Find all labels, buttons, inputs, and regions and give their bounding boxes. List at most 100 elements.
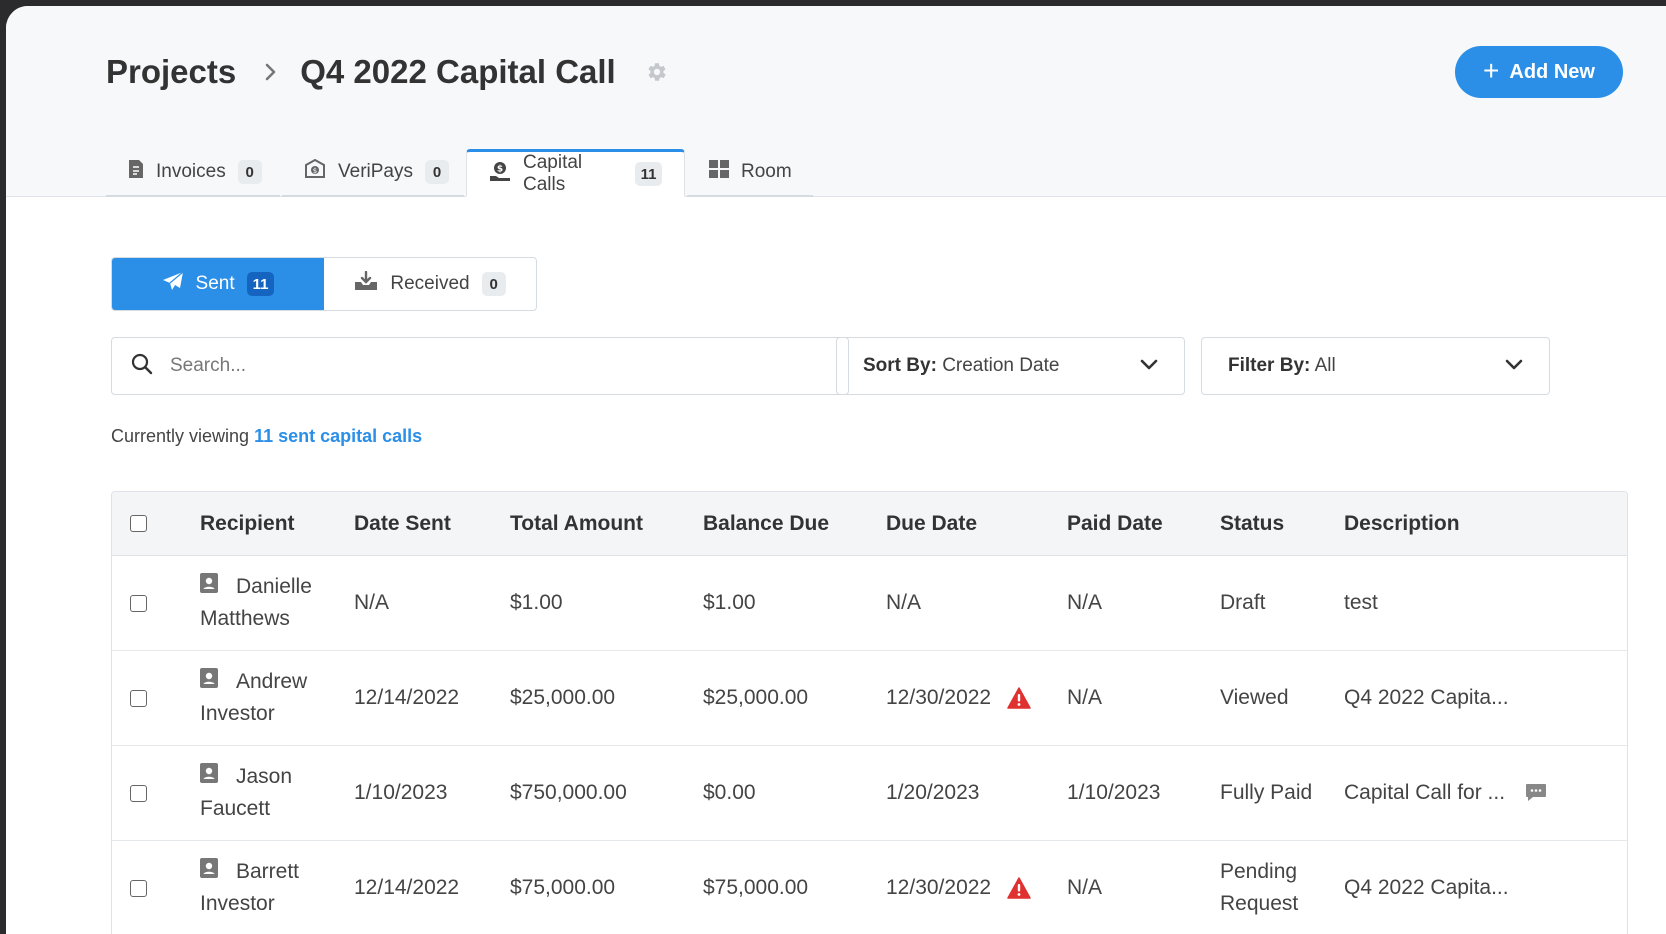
tab-bar: Invoices 0 $ VeriPays 0 $ Capital Calls … [106, 149, 815, 197]
count-badge: 0 [481, 272, 506, 296]
column-header-total-amount[interactable]: Total Amount [510, 512, 703, 536]
table-row[interactable]: Barrett Investor 12/14/2022 $75,000.00 $… [112, 841, 1627, 934]
invoice-icon [128, 159, 144, 185]
column-header-description[interactable]: Description [1344, 512, 1624, 536]
recipient-cell: Andrew Investor [200, 666, 354, 730]
received-label: Received [390, 273, 470, 294]
tab-room[interactable]: Room [687, 149, 813, 197]
status-cell: Fully Paid [1220, 777, 1344, 809]
filter-text: Filter By: All [1228, 355, 1336, 376]
due-date-value: 1/20/2023 [886, 781, 980, 804]
sent-filter-button[interactable]: Sent 11 [112, 258, 324, 310]
paid-date-cell: N/A [1067, 591, 1103, 614]
breadcrumb: Projects Q4 2022 Capital Call [106, 50, 668, 94]
add-new-button[interactable]: + Add New [1455, 46, 1623, 98]
row-checkbox[interactable] [130, 689, 147, 707]
count-badge: 0 [424, 160, 449, 184]
row-checkbox[interactable] [130, 879, 147, 897]
row-checkbox[interactable] [130, 594, 147, 612]
date-sent-cell: N/A [354, 591, 390, 614]
recipient-first-name: Jason [236, 765, 293, 788]
received-filter-button[interactable]: Received 0 [324, 258, 536, 310]
recipient-first-name: Barrett [236, 860, 300, 883]
envelope-money-icon: $ [304, 158, 326, 185]
search-box [111, 337, 849, 395]
warning-icon[interactable] [1007, 877, 1031, 899]
due-date-cell: 1/20/2023 [886, 781, 1067, 805]
total-amount-cell: $1.00 [510, 591, 563, 614]
search-input[interactable] [170, 355, 810, 377]
description-text: Q4 2022 Capita... [1344, 876, 1509, 899]
sort-text: Sort By: Creation Date [863, 355, 1060, 376]
column-header-balance-due[interactable]: Balance Due [703, 512, 886, 536]
tab-label: VeriPays [338, 161, 413, 182]
recipient-last-name: Matthews [200, 607, 290, 630]
balance-due-cell: $75,000.00 [703, 876, 809, 899]
description-cell: test [1344, 591, 1624, 615]
column-header-recipient[interactable]: Recipient [200, 512, 354, 536]
description-cell: Q4 2022 Capita... [1344, 686, 1624, 710]
select-all-checkbox[interactable] [130, 515, 147, 532]
description-cell: Capital Call for ... [1344, 781, 1624, 805]
recipient-last-name: Investor [200, 702, 275, 725]
description-text: test [1344, 591, 1378, 614]
sort-label: Sort By [863, 355, 931, 376]
chevron-right-icon [264, 62, 278, 82]
tab-invoices[interactable]: Invoices 0 [106, 149, 280, 197]
table-row[interactable]: Andrew Investor 12/14/2022 $25,000.00 $2… [112, 651, 1627, 746]
due-date-value: N/A [886, 591, 922, 614]
column-header-status[interactable]: Status [1220, 508, 1344, 540]
paper-plane-icon [162, 271, 184, 297]
tab-veripays[interactable]: $ VeriPays 0 [282, 149, 464, 197]
add-new-label: Add New [1509, 60, 1595, 83]
contact-card-icon [200, 761, 218, 793]
due-date-value: 12/30/2022 [886, 686, 992, 709]
filter-value: All [1314, 355, 1336, 376]
chevron-down-icon [1505, 355, 1523, 377]
app-window: Projects Q4 2022 Capital Call + Add New [6, 6, 1666, 934]
filter-dropdown[interactable]: Filter By: All [1201, 337, 1550, 395]
breadcrumb-projects-link[interactable]: Projects [106, 53, 236, 91]
date-sent-cell: 12/14/2022 [354, 686, 460, 709]
due-date-value: 12/30/2022 [886, 876, 992, 899]
inbox-download-icon [354, 270, 378, 297]
tab-label: Invoices [156, 161, 226, 182]
status-text: Fully Paid [1220, 781, 1313, 804]
table-row[interactable]: Jason Faucett 1/10/2023 $750,000.00 $0.0… [112, 746, 1627, 841]
column-header-due-date[interactable]: Due Date [886, 512, 1067, 536]
viewing-summary: Currently viewing 11 sent capital calls [111, 426, 422, 447]
capital-calls-table: Recipient Date Sent Total Amount Balance… [111, 491, 1628, 934]
status-text: Draft [1220, 591, 1266, 614]
recipient-cell: Danielle Matthews [200, 571, 354, 635]
sort-dropdown[interactable]: Sort By: Creation Date [836, 337, 1185, 395]
recipient-cell: Barrett Investor [200, 856, 354, 920]
gear-icon[interactable] [644, 60, 668, 84]
balance-due-cell: $25,000.00 [703, 686, 809, 709]
tab-capital-calls[interactable]: $ Capital Calls 11 [466, 149, 685, 197]
total-amount-cell: $750,000.00 [510, 781, 627, 804]
tab-label: Room [741, 161, 792, 182]
money-hand-icon: $ [489, 161, 511, 187]
paid-date-cell: N/A [1067, 686, 1103, 709]
recipient-last-name: Faucett [200, 797, 271, 820]
contact-card-icon [200, 666, 218, 698]
header-bar: Projects Q4 2022 Capital Call + Add New [6, 6, 1666, 197]
contact-card-icon [200, 856, 218, 888]
warning-icon[interactable] [1007, 687, 1031, 709]
column-header-date-sent[interactable]: Date Sent [354, 512, 510, 536]
contact-card-icon [200, 571, 218, 603]
date-sent-cell: 12/14/2022 [354, 876, 460, 899]
comment-icon[interactable] [1525, 783, 1547, 803]
due-date-cell: 12/30/2022 [886, 686, 1067, 710]
sent-label: Sent [195, 273, 235, 294]
viewing-count-link[interactable]: 11 sent capital calls [254, 426, 422, 446]
status-text-line2: Request [1220, 892, 1299, 915]
sort-value: Creation Date [942, 355, 1060, 376]
column-header-paid-date[interactable]: Paid Date [1067, 512, 1220, 536]
status-cell: Pending Request [1220, 856, 1344, 920]
search-icon [130, 352, 154, 381]
row-checkbox[interactable] [130, 784, 147, 802]
paid-date-cell: N/A [1067, 876, 1103, 899]
viewing-prefix: Currently viewing [111, 426, 250, 446]
table-row[interactable]: Danielle Matthews N/A $1.00 $1.00 N/A N/… [112, 556, 1627, 651]
